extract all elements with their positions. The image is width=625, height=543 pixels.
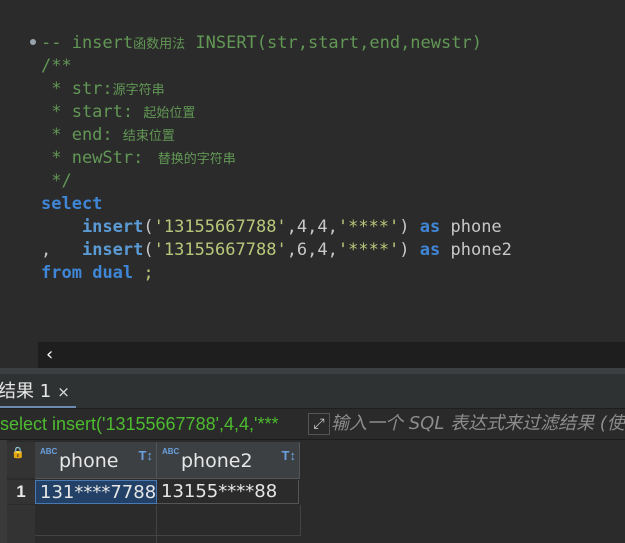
empty-row <box>35 505 301 536</box>
code-token: insert <box>81 240 144 260</box>
code-token: * str: <box>41 79 113 99</box>
code-token: phone2 <box>440 240 512 260</box>
tab-result-1[interactable]: 结果 1 × <box>0 377 76 407</box>
column-header-phone[interactable]: ABC phone T↕ <box>35 442 157 479</box>
code-token: from <box>41 263 82 283</box>
sql-editor[interactable]: -- insert函数用法 INSERT(str,start,end,newst… <box>0 0 625 342</box>
result-tab-bar: 结果 1 × <box>0 374 625 409</box>
active-tab-indicator <box>0 406 76 408</box>
code-token: 替换的字符串 <box>153 152 236 167</box>
horizontal-scrollbar[interactable]: ‹ <box>38 342 625 368</box>
code-token: '13155667788' <box>153 217 287 237</box>
code-line[interactable]: -- insert函数用法 INSERT(str,start,end,newst… <box>41 32 482 55</box>
code-token: 起始位置 <box>143 106 196 121</box>
code-token: dual <box>92 263 134 283</box>
code-token: ) <box>399 240 420 260</box>
text-type-icon: ABC <box>162 447 180 456</box>
sort-icon[interactable]: T↕ <box>282 448 296 463</box>
grid-left-gutter <box>0 440 7 543</box>
code-token: INSERT(str,start,end,newstr) <box>185 33 482 53</box>
code-line[interactable]: * str:源字符串 <box>41 78 165 101</box>
code-token: , <box>41 240 82 260</box>
filter-bar: select insert('13155667788',4,4,'*** ⤢ 输… <box>0 409 625 440</box>
code-token: select <box>41 194 103 214</box>
code-token: '****' <box>337 240 400 260</box>
code-line[interactable]: */ <box>41 170 72 193</box>
code-line[interactable]: insert('13155667788',4,4,'****') as phon… <box>41 216 502 239</box>
column-divider <box>156 505 157 543</box>
code-token: 结束位置 <box>122 129 175 144</box>
code-line[interactable]: /** <box>41 55 72 78</box>
column-name: phone2 <box>181 450 253 472</box>
row-number[interactable]: 1 <box>7 480 35 504</box>
code-token: 函数用法 <box>133 37 186 52</box>
code-line[interactable]: * newStr: 替换的字符串 <box>41 147 236 170</box>
code-token: 源字符串 <box>112 83 165 98</box>
code-line[interactable]: select <box>41 193 102 216</box>
code-token: */ <box>41 171 72 191</box>
code-token: '13155667788' <box>153 240 287 260</box>
column-name: phone <box>59 450 119 472</box>
code-token: ) <box>399 217 420 237</box>
result-grid: 🔒 ABC phone T↕ ABC phone2 T↕ 1 131****77… <box>0 440 625 543</box>
code-token: /** <box>41 56 72 76</box>
table-cell[interactable]: 131****7788 <box>35 480 157 504</box>
code-token: '****' <box>337 217 400 237</box>
chevron-left-icon[interactable]: ‹ <box>46 344 53 365</box>
code-token: * end: <box>41 125 123 145</box>
column-header-phone2[interactable]: ABC phone2 T↕ <box>157 442 300 479</box>
code-token: * start: <box>41 102 144 122</box>
text-type-icon: ABC <box>40 447 58 456</box>
code-line[interactable]: from dual ; <box>41 262 154 285</box>
grid-corner[interactable]: 🔒 <box>7 442 35 478</box>
fold-marker-icon[interactable] <box>30 39 36 45</box>
code-token: ( <box>143 217 154 237</box>
table-cell[interactable]: 13155****88 <box>157 480 299 504</box>
sort-icon[interactable]: T↕ <box>139 448 153 463</box>
close-icon[interactable]: × <box>57 383 70 401</box>
code-token: phone <box>440 217 502 237</box>
code-token: as <box>419 217 441 237</box>
code-token: ,4,4, <box>286 217 338 237</box>
code-token: -- insert <box>41 33 134 53</box>
lock-icon: 🔒 <box>11 447 25 459</box>
code-token: ,6,4, <box>286 240 338 260</box>
code-line[interactable]: , insert('13155667788',6,4,'****') as ph… <box>41 239 512 262</box>
code-token: as <box>419 240 441 260</box>
empty-row-number <box>7 505 35 543</box>
tab-label: 结果 1 <box>0 381 52 402</box>
code-token: ; <box>133 263 154 283</box>
expand-icon[interactable]: ⤢ <box>308 413 330 435</box>
filter-input[interactable]: 输入一个 SQL 表达式来过滤结果 (使用 <box>331 412 625 436</box>
code-token: * newStr: <box>41 148 154 168</box>
code-token: ( <box>143 240 154 260</box>
code-token: insert <box>41 217 144 237</box>
code-line[interactable]: * start: 起始位置 <box>41 101 195 124</box>
query-text: select insert('13155667788',4,4,'*** <box>0 414 279 434</box>
code-line[interactable]: * end: 结束位置 <box>41 124 175 147</box>
